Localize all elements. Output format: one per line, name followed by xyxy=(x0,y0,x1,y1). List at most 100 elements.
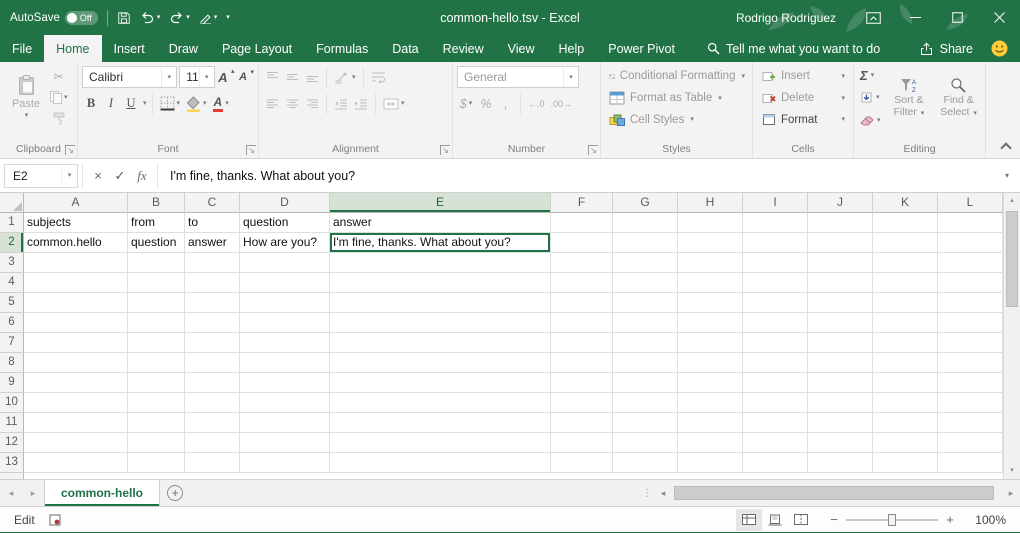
cell-D11[interactable] xyxy=(240,413,330,433)
cell-B6[interactable] xyxy=(128,313,185,333)
cell-D2[interactable]: How are you? xyxy=(240,233,330,253)
insert-cells-dropdown-icon[interactable]: ▾ xyxy=(841,73,845,80)
cell-C7[interactable] xyxy=(185,333,240,353)
cell-A3[interactable] xyxy=(24,253,128,273)
font-dialog-launcher[interactable] xyxy=(246,145,256,155)
font-name-combo[interactable]: Calibri ▾ xyxy=(82,66,177,88)
expand-formula-bar-icon[interactable]: ▾ xyxy=(998,171,1016,180)
formula-input[interactable]: I'm fine, thanks. What about you? xyxy=(162,164,998,188)
cell-K5[interactable] xyxy=(873,293,938,313)
select-all-button[interactable] xyxy=(0,193,24,213)
cell-C13[interactable] xyxy=(185,453,240,473)
row-header-5[interactable]: 5 xyxy=(0,293,24,313)
tab-scroll-splitter[interactable]: ⋮ xyxy=(640,480,654,506)
cell-C6[interactable] xyxy=(185,313,240,333)
increase-font-size-button[interactable]: A▴ xyxy=(217,67,235,88)
cell-J3[interactable] xyxy=(808,253,873,273)
cell-C5[interactable] xyxy=(185,293,240,313)
row-header-10[interactable]: 10 xyxy=(0,393,24,413)
cell-K12[interactable] xyxy=(873,433,938,453)
column-header-A[interactable]: A xyxy=(24,193,128,213)
delete-cells-button[interactable]: Delete ▾ xyxy=(757,88,850,109)
ribbon-tab-data[interactable]: Data xyxy=(380,35,430,62)
touch-mouse-mode-button[interactable]: ▾ xyxy=(199,11,218,24)
cell-I2[interactable] xyxy=(743,233,808,253)
cell-K8[interactable] xyxy=(873,353,938,373)
conditional-formatting-dropdown-icon[interactable]: ▾ xyxy=(741,73,745,80)
cell-A8[interactable] xyxy=(24,353,128,373)
bold-button[interactable]: B xyxy=(82,93,100,114)
font-size-dropdown-icon[interactable]: ▾ xyxy=(199,67,214,87)
orientation-dropdown-icon[interactable]: ▾ xyxy=(352,74,356,81)
row-header-7[interactable]: 7 xyxy=(0,333,24,353)
cell-K13[interactable] xyxy=(873,453,938,473)
zoom-slider-thumb[interactable] xyxy=(888,514,896,526)
cell-C10[interactable] xyxy=(185,393,240,413)
decrease-font-size-button[interactable]: A▾ xyxy=(237,67,255,88)
horizontal-scrollbar[interactable] xyxy=(672,486,1002,500)
cell-H6[interactable] xyxy=(678,313,743,333)
ribbon-tab-file[interactable]: File xyxy=(0,35,44,62)
cell-D4[interactable] xyxy=(240,273,330,293)
fill-color-dropdown-icon[interactable]: ▾ xyxy=(203,100,207,107)
align-left-button[interactable] xyxy=(263,93,281,114)
row-header-3[interactable]: 3 xyxy=(0,253,24,273)
delete-cells-dropdown-icon[interactable]: ▾ xyxy=(841,95,845,102)
cell-E7[interactable] xyxy=(330,333,551,353)
cell-B8[interactable] xyxy=(128,353,185,373)
cell-C8[interactable] xyxy=(185,353,240,373)
vertical-scroll-track[interactable] xyxy=(1004,209,1020,463)
cell-G5[interactable] xyxy=(613,293,678,313)
cell-D5[interactable] xyxy=(240,293,330,313)
cell-F7[interactable] xyxy=(551,333,613,353)
cell-A12[interactable] xyxy=(24,433,128,453)
new-sheet-button[interactable]: + xyxy=(160,480,190,506)
cell-A4[interactable] xyxy=(24,273,128,293)
cell-L12[interactable] xyxy=(938,433,1003,453)
conditional-formatting-button[interactable]: Conditional Formatting ▾ xyxy=(605,66,749,87)
cell-F11[interactable] xyxy=(551,413,613,433)
cell-H4[interactable] xyxy=(678,273,743,293)
format-cells-dropdown-icon[interactable]: ▾ xyxy=(841,116,845,123)
row-header-1[interactable]: 1 xyxy=(0,213,24,233)
cell-B12[interactable] xyxy=(128,433,185,453)
cell-I7[interactable] xyxy=(743,333,808,353)
cell-I6[interactable] xyxy=(743,313,808,333)
cell-G4[interactable] xyxy=(613,273,678,293)
comma-style-button[interactable]: , xyxy=(497,93,515,114)
row-header-6[interactable]: 6 xyxy=(0,313,24,333)
cell-J12[interactable] xyxy=(808,433,873,453)
cell-G2[interactable] xyxy=(613,233,678,253)
cell-I8[interactable] xyxy=(743,353,808,373)
cell-K4[interactable] xyxy=(873,273,938,293)
cut-button[interactable]: ✂ xyxy=(48,68,70,85)
cell-H11[interactable] xyxy=(678,413,743,433)
cell-L2[interactable] xyxy=(938,233,1003,253)
redo-dropdown-icon[interactable]: ▾ xyxy=(186,14,190,21)
cell-L5[interactable] xyxy=(938,293,1003,313)
cell-K6[interactable] xyxy=(873,313,938,333)
insert-function-button[interactable]: fx xyxy=(131,164,153,188)
cell-G13[interactable] xyxy=(613,453,678,473)
normal-view-button[interactable] xyxy=(736,509,762,531)
cell-E8[interactable] xyxy=(330,353,551,373)
cell-F13[interactable] xyxy=(551,453,613,473)
horizontal-scroll-thumb[interactable] xyxy=(674,486,994,500)
cell-F3[interactable] xyxy=(551,253,613,273)
cell-A10[interactable] xyxy=(24,393,128,413)
row-header-4[interactable]: 4 xyxy=(0,273,24,293)
accounting-format-button[interactable]: $▾ xyxy=(457,93,475,114)
clear-dropdown-icon[interactable]: ▾ xyxy=(877,117,881,124)
align-right-button[interactable] xyxy=(303,93,321,114)
cell-styles-dropdown-icon[interactable]: ▾ xyxy=(690,116,694,123)
row-header-8[interactable]: 8 xyxy=(0,353,24,373)
ribbon-display-options-button[interactable] xyxy=(852,0,894,35)
borders-dropdown-icon[interactable]: ▾ xyxy=(177,100,181,107)
cell-A1[interactable]: subjects xyxy=(24,213,128,233)
cell-J10[interactable] xyxy=(808,393,873,413)
merge-center-dropdown-icon[interactable]: ▾ xyxy=(401,100,405,107)
cell-I11[interactable] xyxy=(743,413,808,433)
cell-E12[interactable] xyxy=(330,433,551,453)
cell-B13[interactable] xyxy=(128,453,185,473)
cell-G1[interactable] xyxy=(613,213,678,233)
